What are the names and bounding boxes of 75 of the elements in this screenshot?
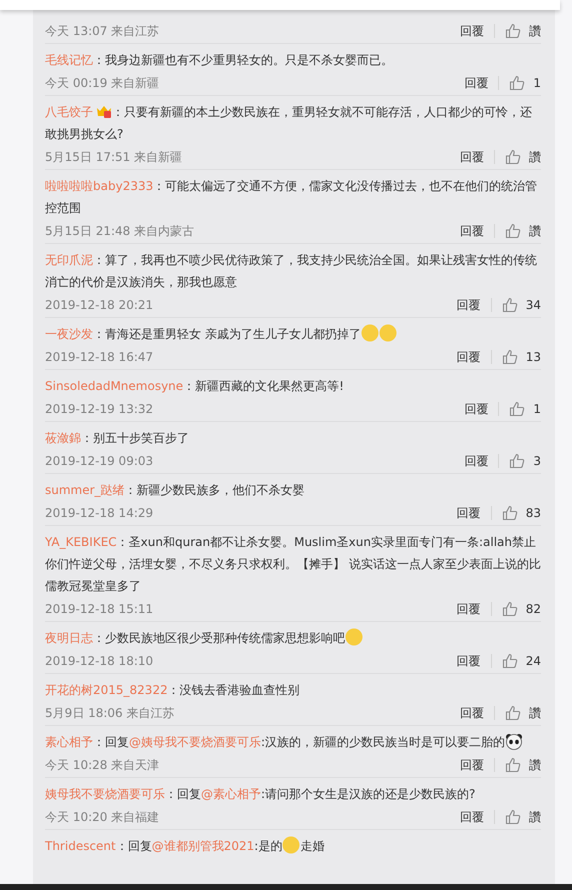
reply-link[interactable]: 回覆 — [456, 600, 481, 618]
reply-link[interactable]: 回覆 — [464, 400, 488, 418]
like-button[interactable]: 82 — [502, 601, 541, 617]
reply-link[interactable]: 回覆 — [456, 504, 481, 522]
like-button[interactable]: 讚 — [505, 222, 541, 240]
reply-link[interactable]: 回覆 — [456, 652, 481, 670]
comment-time: 今天 13:07 来自江苏 — [45, 22, 160, 40]
thumbs-up-icon — [509, 75, 526, 91]
reply-link[interactable]: 回覆 — [464, 74, 488, 92]
comment-time: 5月9日 18:06 来自江苏 — [45, 704, 176, 722]
thumbs-up-icon — [502, 601, 518, 617]
comment-time: 5月15日 21:48 来自内蒙古 — [45, 222, 196, 240]
emoji-icon — [345, 628, 363, 646]
comment-text: 啦啦啦啦baby2333：可能太偏远了交通不方便，儒家文化没传播过去，也不在他们的统治管控范围 — [45, 178, 538, 217]
comment-time: 2019-12-18 14:29 — [45, 506, 154, 520]
like-button[interactable]: 13 — [502, 349, 541, 365]
reply-link[interactable]: 回覆 — [460, 148, 484, 166]
thumbs-up-icon — [505, 757, 521, 773]
reply-link[interactable]: 回覆 — [456, 348, 481, 366]
comment-time: 2019-12-19 13:32 — [45, 402, 154, 416]
like-button[interactable]: 讚 — [505, 756, 541, 774]
comment-time: 5月15日 17:51 来自新疆 — [45, 148, 184, 166]
reply-link[interactable]: 回覆 — [464, 452, 488, 470]
like-button[interactable]: 讚 — [505, 704, 541, 722]
like-button[interactable]: 24 — [502, 653, 541, 669]
thumbs-up-icon — [502, 297, 518, 313]
reply-link[interactable]: 回覆 — [460, 222, 484, 240]
comment-time: 2019-12-18 15:11 — [45, 602, 154, 616]
like-button[interactable]: 1 — [509, 75, 541, 91]
like-button[interactable]: 83 — [502, 505, 541, 521]
comment-time: 2019-12-19 09:03 — [45, 454, 154, 468]
panda-icon — [505, 732, 524, 750]
emoji-icon — [282, 836, 300, 854]
comment-text: 素心相予：回复@姨母我不要烧酒要可乐:汉族的，新疆的少数民族当时是可以要二胎的 — [45, 731, 541, 753]
comment-text: 八毛饺子 ：只要有新疆的本土少数民族在，重男轻女就不可能存活，人口都少的可怜，还敢挑男挑女么? — [45, 103, 533, 143]
comment-time: 今天 10:28 来自天津 — [45, 756, 160, 774]
emoji-icon — [378, 324, 397, 342]
thumbs-up-icon — [502, 505, 518, 521]
comment-text: summer_跶绪：新疆少数民族多，他们不杀女婴 — [45, 482, 306, 499]
thumbs-up-icon — [505, 705, 521, 721]
thumbs-up-icon — [505, 23, 521, 39]
comment-time: 今天 10:20 来自福建 — [45, 808, 160, 826]
like-button[interactable]: 3 — [509, 453, 541, 469]
like-button[interactable]: 讚 — [505, 808, 541, 826]
reply-link[interactable]: 回覆 — [460, 808, 484, 826]
like-button[interactable]: 34 — [502, 297, 541, 313]
thumbs-up-icon — [505, 149, 521, 165]
comment-text: 夜明日志：少数民族地区很少受那种传统儒家思想影响吧 — [45, 627, 541, 649]
comment-text: SinsoledadMnemosyne：新疆西藏的文化果然更高等! — [45, 378, 345, 395]
comment-text: Thridescent：回复@谁都别管我2021:是的 走婚 — [45, 835, 541, 857]
comment-text: 无印爪泥：算了，我再也不喷少民优待政策了，我支持少民统治全国。如果让残害女性的传统消亡的代价是汉族消失，那我也愿意 — [45, 252, 538, 291]
comment-time: 今天 00:19 来自新疆 — [45, 74, 160, 92]
thumbs-up-icon — [505, 223, 521, 239]
thumbs-up-icon — [509, 453, 526, 469]
like-button[interactable]: 讚 — [505, 22, 541, 40]
reply-link[interactable]: 回覆 — [460, 756, 484, 774]
comment-time: 2019-12-18 16:47 — [45, 350, 154, 364]
reply-link[interactable]: 回覆 — [456, 296, 481, 314]
emoji-icon — [360, 324, 379, 342]
thumbs-up-icon — [502, 349, 518, 365]
thumbs-up-icon — [502, 653, 518, 669]
like-button[interactable]: 1 — [509, 401, 541, 417]
comment-time: 2019-12-18 20:21 — [45, 298, 154, 312]
reply-link[interactable]: 回覆 — [460, 704, 484, 722]
comment-text: 毛线记忆：我身边新疆也有不少重男轻女的。只是不杀女婴而已。 — [45, 52, 394, 69]
thumbs-up-icon — [509, 401, 526, 417]
like-button[interactable]: 讚 — [505, 148, 541, 166]
comment-text: 开花的树2015_82322：没钱去香港验血查性别 — [45, 682, 301, 699]
comment-time: 2019-12-18 18:10 — [45, 654, 154, 668]
comment-text: 姨母我不要烧酒要可乐：回复@素心相予:请问那个女生是汉族的还是少数民族的? — [45, 786, 476, 803]
thumbs-up-icon — [505, 809, 521, 825]
comment-text: 莜潋錦：别五十步笑百步了 — [45, 430, 190, 447]
comment-text: YA_KEBIKEC：圣xun和quran都不让杀女婴。Muslim圣xun实录里面专门有一条:allah禁止你们忤逆父母，活埋女婴，不尽义务只求权利。【摊手】 说实话这一点人家至少表面上说的比儒教冠冕堂皇多了 — [45, 534, 541, 595]
reply-link[interactable]: 回覆 — [460, 22, 484, 40]
comment-text: 一夜沙发：青海还是重男轻女 亲戚为了生儿子女儿都扔掉了 — [45, 323, 541, 345]
